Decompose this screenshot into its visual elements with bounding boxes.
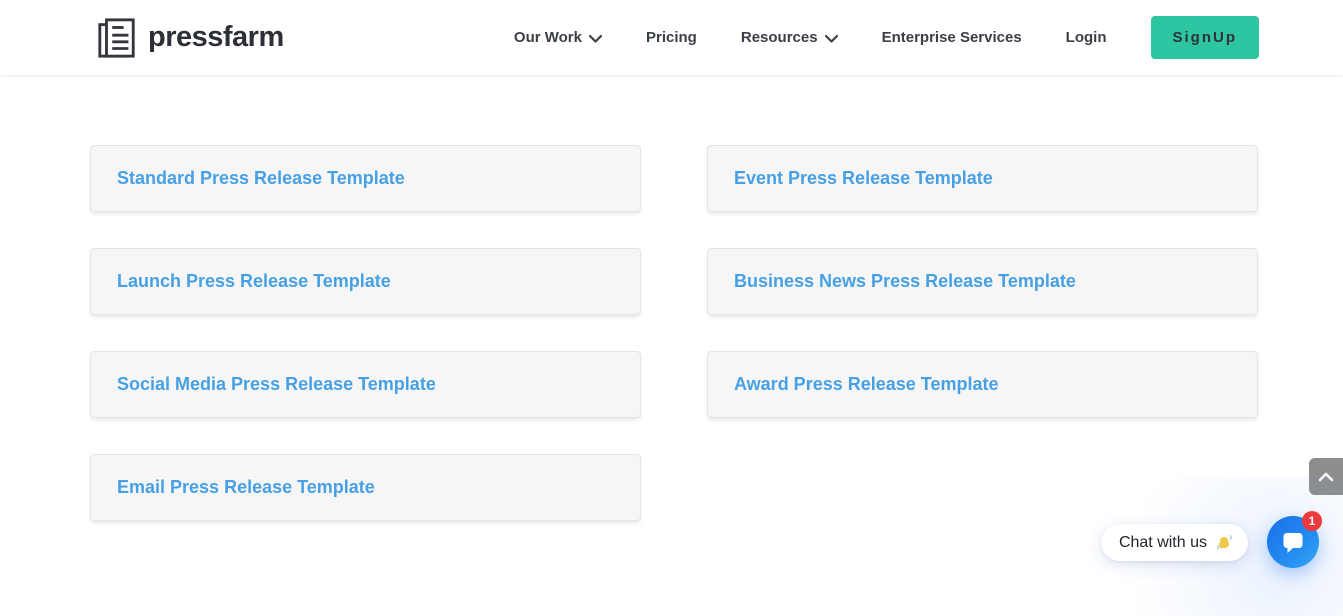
- nav-pricing-label: Pricing: [646, 29, 697, 46]
- nav-our-work-label: Our Work: [514, 29, 582, 46]
- card-event-press-release[interactable]: Event Press Release Template: [707, 145, 1258, 212]
- site-header: pressfarm Our Work Pricing Resources Ent…: [0, 0, 1343, 76]
- scroll-to-top-button[interactable]: [1309, 458, 1343, 495]
- chat-with-us-pill[interactable]: Chat with us: [1101, 524, 1248, 561]
- card-award-press-release[interactable]: Award Press Release Template: [707, 351, 1258, 418]
- nav-resources-label: Resources: [741, 29, 818, 46]
- chat-unread-badge: 1: [1302, 511, 1322, 531]
- card-title: Event Press Release Template: [734, 168, 993, 189]
- chat-bubble-icon: [1280, 529, 1306, 555]
- card-email-press-release[interactable]: Email Press Release Template: [90, 454, 641, 521]
- card-launch-press-release[interactable]: Launch Press Release Template: [90, 248, 641, 315]
- nav-login[interactable]: Login: [1066, 29, 1107, 46]
- card-title: Standard Press Release Template: [117, 168, 405, 189]
- nav-enterprise-services[interactable]: Enterprise Services: [882, 29, 1022, 46]
- nav-our-work[interactable]: Our Work: [514, 29, 602, 46]
- pressfarm-logo-icon: [96, 16, 138, 60]
- nav-resources[interactable]: Resources: [741, 29, 838, 46]
- templates-left-column: Standard Press Release Template Launch P…: [90, 145, 641, 521]
- card-business-news-press-release[interactable]: Business News Press Release Template: [707, 248, 1258, 315]
- card-title: Email Press Release Template: [117, 477, 375, 498]
- chat-launcher-button[interactable]: 1: [1267, 516, 1319, 568]
- chat-pill-label: Chat with us: [1119, 534, 1207, 552]
- card-title: Business News Press Release Template: [734, 271, 1076, 292]
- nav-login-label: Login: [1066, 29, 1107, 46]
- wave-emoji-icon: [1215, 533, 1234, 552]
- nav-pricing[interactable]: Pricing: [646, 29, 697, 46]
- chevron-up-icon: [1318, 472, 1334, 482]
- card-social-media-press-release[interactable]: Social Media Press Release Template: [90, 351, 641, 418]
- templates-right-column: Event Press Release Template Business Ne…: [707, 145, 1258, 521]
- card-title: Social Media Press Release Template: [117, 374, 436, 395]
- chevron-down-icon: [589, 35, 602, 43]
- signup-button[interactable]: SignUp: [1151, 16, 1260, 59]
- brand-logo[interactable]: pressfarm: [96, 16, 284, 60]
- card-title: Launch Press Release Template: [117, 271, 391, 292]
- card-standard-press-release[interactable]: Standard Press Release Template: [90, 145, 641, 212]
- nav-enterprise-services-label: Enterprise Services: [882, 29, 1022, 46]
- chevron-down-icon: [825, 35, 838, 43]
- brand-name: pressfarm: [148, 21, 284, 54]
- card-title: Award Press Release Template: [734, 374, 998, 395]
- templates-grid: Standard Press Release Template Launch P…: [0, 76, 1343, 521]
- main-nav: Our Work Pricing Resources Enterprise Se…: [514, 16, 1259, 59]
